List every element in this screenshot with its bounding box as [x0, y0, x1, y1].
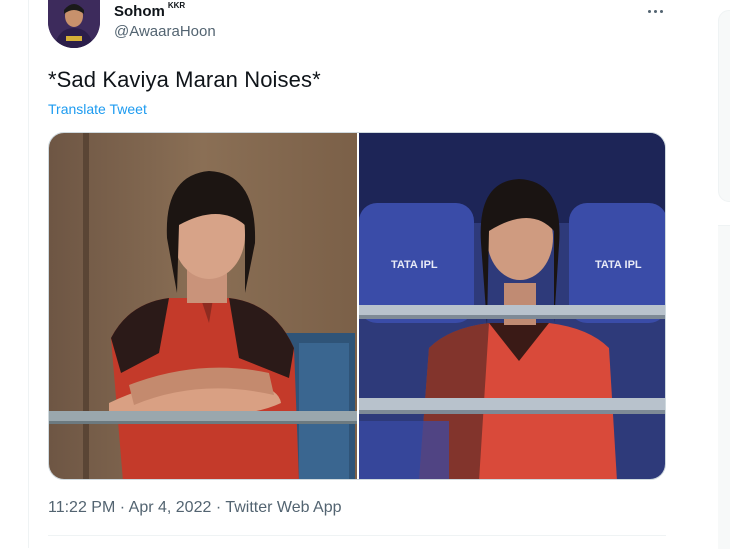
avatar[interactable]: [48, 0, 100, 48]
timestamp-separator: ·: [215, 499, 222, 516]
timeline-column-border: [28, 0, 29, 548]
photo-left[interactable]: [49, 133, 357, 480]
tweet-timestamp[interactable]: 11:22 PM · Apr 4, 2022 · Twitter Web App: [48, 499, 342, 517]
right-image-logo-left: TATA IPL: [391, 259, 438, 271]
author-handle[interactable]: @AwaaraHoon: [114, 23, 216, 40]
author-badge: KKR: [167, 1, 186, 10]
right-image-logo-right: TATA IPL: [595, 259, 642, 271]
tweet-text: *Sad Kaviya Maran Noises*: [48, 67, 321, 92]
tweet-time[interactable]: 11:22 PM: [48, 499, 115, 516]
more-options-icon[interactable]: [644, 2, 668, 20]
timestamp-separator: ·: [119, 499, 126, 516]
tweet-media[interactable]: TATA IPL TATA IPL: [48, 132, 666, 480]
photo-right[interactable]: TATA IPL TATA IPL: [359, 133, 666, 480]
translate-tweet-link[interactable]: Translate Tweet: [48, 101, 147, 117]
author-name[interactable]: Sohom KKR: [114, 1, 185, 20]
sidebar-panel: [718, 10, 730, 202]
sidebar-panel-lower: [718, 225, 730, 549]
tweet-client[interactable]: Twitter Web App: [225, 499, 341, 516]
tweet-date[interactable]: Apr 4, 2022: [129, 499, 212, 516]
author-name-text[interactable]: Sohom: [114, 3, 165, 20]
divider: [48, 535, 666, 536]
